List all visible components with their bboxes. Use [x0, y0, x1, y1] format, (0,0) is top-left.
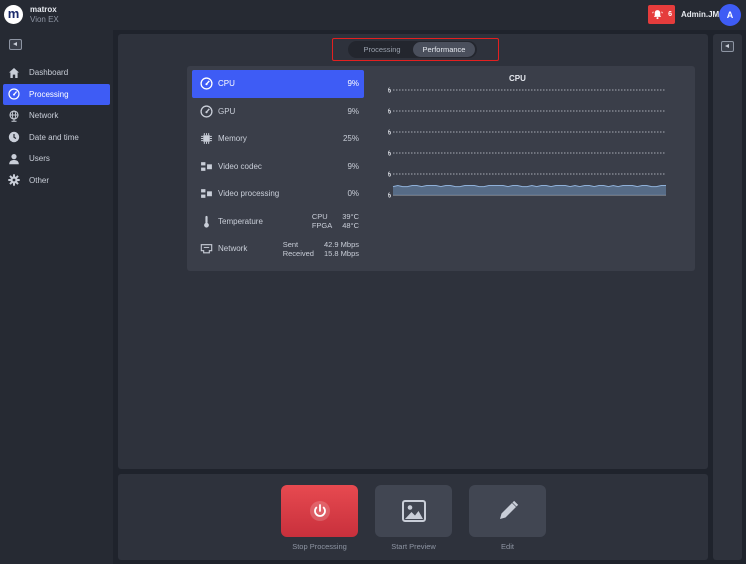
metric-value: 25%	[342, 134, 359, 144]
video-processing-icon	[200, 187, 213, 200]
metric-cpu[interactable]: CPU 9%	[192, 70, 364, 98]
tab-processing[interactable]: Processing	[351, 42, 413, 57]
sidebar-item-network[interactable]: Network	[3, 105, 110, 126]
metric-network[interactable]: Network Sent 42.9 Mbps Received 15.8 Mbp…	[192, 235, 364, 263]
brand-name: matrox	[30, 5, 57, 14]
metric-video-codec[interactable]: Video codec 9%	[192, 153, 364, 181]
metric-gpu[interactable]: GPU 9%	[192, 98, 364, 126]
top-bar: m matrox Vion EX 6 Admin.JM A	[0, 0, 746, 30]
thermometer-icon	[200, 215, 213, 228]
metric-label: Video processing	[218, 189, 280, 199]
metric-label: Network	[218, 244, 248, 254]
pencil-icon	[499, 500, 518, 519]
metric-value: 9%	[347, 79, 359, 89]
metric-memory[interactable]: Memory 25%	[192, 125, 364, 153]
net-received-label: Received	[282, 248, 314, 258]
sidebar: Dashboard Processing Network Date and ti…	[0, 30, 113, 564]
sidebar-item-users[interactable]: Users	[3, 148, 110, 169]
stop-processing-button[interactable]	[281, 485, 358, 537]
stop-processing-label: Stop Processing	[292, 542, 347, 551]
start-preview-label: Start Preview	[391, 542, 436, 551]
globe-icon	[8, 109, 20, 122]
metric-value: 9%	[347, 106, 359, 116]
clock-icon	[8, 131, 20, 143]
sidebar-item-label: Processing	[29, 89, 69, 99]
metric-temperature[interactable]: Temperature CPU 39°C FPGA 48°C	[192, 208, 364, 236]
user-name[interactable]: Admin.JM	[681, 10, 719, 19]
gauge-icon	[200, 105, 213, 118]
net-sent-label: Sent	[282, 239, 299, 249]
bell-icon	[652, 10, 663, 20]
metric-label: Video codec	[218, 161, 262, 171]
sidebar-item-label: Network	[29, 111, 59, 120]
temp-cpu-value: 39°C	[342, 212, 359, 222]
sidebar-item-dashboard[interactable]: Dashboard	[3, 62, 110, 83]
y-tick-label: 20%	[388, 172, 392, 179]
net-received-value: 15.8 Mbps	[323, 248, 359, 258]
net-sent-value: 42.9 Mbps	[323, 239, 359, 249]
sidebar-nav: Dashboard Processing Network Date and ti…	[3, 62, 110, 191]
metric-value: 9%	[347, 161, 359, 171]
metric-label: Memory	[218, 134, 247, 144]
network-port-icon	[200, 242, 213, 255]
image-icon	[401, 500, 426, 522]
y-tick-label: 80%	[388, 109, 392, 116]
tab-bar-highlight: Processing Performance	[332, 38, 499, 61]
start-preview-button[interactable]	[375, 485, 452, 537]
sidebar-item-label: Dashboard	[29, 68, 69, 77]
sidebar-item-label: Date and time	[29, 132, 79, 142]
metric-value: 0%	[347, 189, 359, 199]
sidebar-item-label: Other	[29, 175, 50, 185]
temp-cpu-label: CPU	[311, 212, 328, 222]
tab-performance[interactable]: Performance	[413, 42, 475, 57]
chip-icon	[200, 132, 213, 145]
edit-label: Edit	[501, 542, 514, 551]
metric-label: Temperature	[218, 216, 263, 226]
alarm-count: 6	[668, 11, 672, 18]
tab-bar: Processing Performance	[348, 41, 477, 58]
power-icon	[309, 501, 330, 521]
y-tick-label: 60%	[388, 130, 392, 137]
cpu-usage-chart: 100% 80% 60% 40% 20% 0%	[388, 88, 666, 200]
user-icon	[8, 153, 20, 165]
cpu-usage-area	[393, 185, 666, 195]
sidebar-item-label: Users	[29, 154, 50, 163]
temperature-values: CPU 39°C FPGA 48°C	[312, 212, 359, 230]
metrics-list: CPU 9% GPU 9% Memory 25% Video codec 9%	[192, 70, 364, 263]
gauge-icon	[200, 77, 213, 90]
avatar[interactable]: A	[719, 4, 741, 26]
sidebar-item-other[interactable]: Other	[3, 170, 110, 191]
matrox-logo: m	[4, 5, 23, 24]
sidebar-item-processing[interactable]: Processing	[3, 83, 110, 105]
home-icon	[8, 67, 20, 79]
collapse-sidebar-button[interactable]	[9, 39, 22, 50]
y-tick-label: 0%	[388, 193, 392, 200]
temp-fpga-value: 48°C	[342, 221, 359, 231]
temp-fpga-label: FPGA	[311, 221, 333, 231]
metric-video-processing[interactable]: Video processing 0%	[192, 180, 364, 208]
y-tick-label: 100%	[388, 88, 392, 95]
gear-icon	[8, 174, 20, 186]
alarm-button[interactable]: 6	[648, 5, 675, 24]
metric-label: GPU	[218, 106, 236, 116]
collapse-right-panel-button[interactable]	[721, 41, 734, 52]
video-codec-icon	[200, 160, 213, 173]
sidebar-item-date-and-time[interactable]: Date and time	[3, 127, 110, 148]
y-tick-label: 40%	[388, 151, 392, 158]
edit-button[interactable]	[469, 485, 546, 537]
network-values: Sent 42.9 Mbps Received 15.8 Mbps	[283, 240, 359, 258]
right-panel	[713, 34, 742, 560]
metric-label: CPU	[218, 79, 235, 89]
product-name: Vion EX	[30, 15, 59, 24]
gauge-icon	[8, 88, 20, 100]
